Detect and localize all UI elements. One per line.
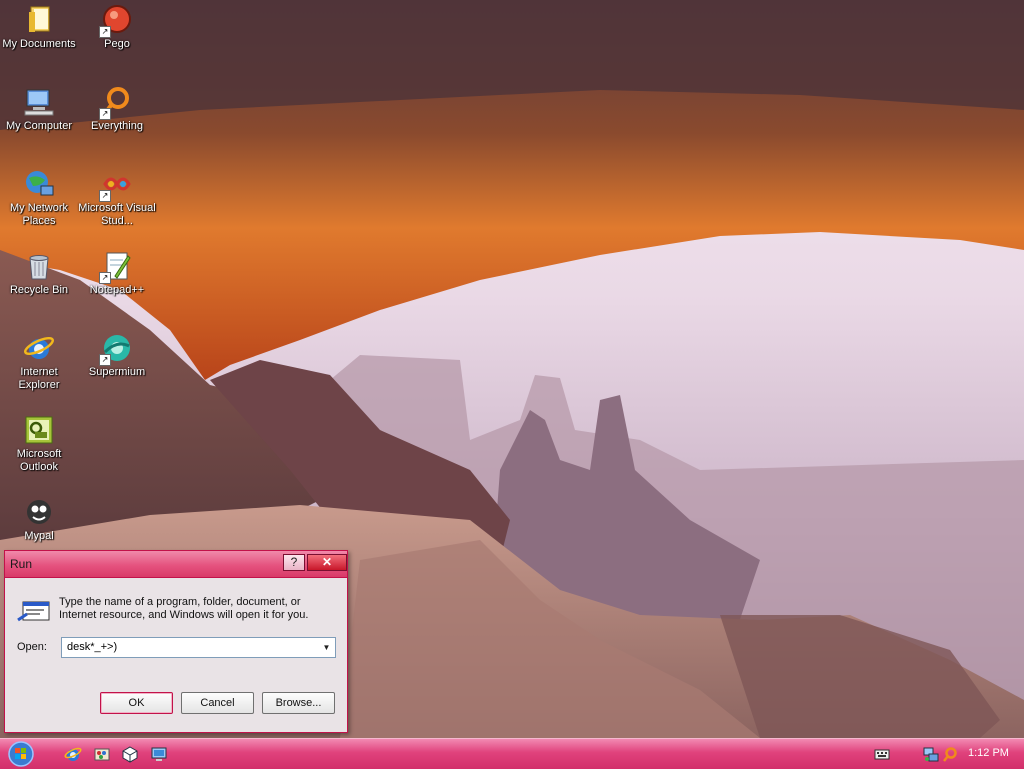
notepad-plus-plus-icon: ↗: [99, 250, 133, 284]
internet-explorer-icon: [23, 332, 55, 364]
shortcut-arrow-icon: ↗: [99, 26, 111, 38]
network-icon: [23, 168, 55, 200]
run-icon: [17, 596, 53, 626]
run-dialog-titlebar[interactable]: Run ? ✕: [5, 551, 347, 578]
desktop-icon-visual-studio[interactable]: ↗ Microsoft Visual Stud...: [78, 168, 156, 228]
recycle-bin-icon: [23, 250, 55, 282]
shortcut-arrow-icon: ↗: [99, 190, 111, 202]
windows-logo-icon: [8, 741, 34, 767]
open-combobox[interactable]: desk*_+>) ▼: [61, 637, 336, 658]
desktop-icon-label: My Computer: [5, 120, 73, 132]
shortcut-arrow-icon: ↗: [99, 272, 111, 284]
everything-icon: ↗: [99, 86, 133, 120]
supermium-icon: ↗: [99, 332, 133, 366]
folder-icon: [23, 4, 55, 36]
shortcut-arrow-icon: ↗: [99, 354, 111, 366]
chevron-down-icon[interactable]: ▼: [319, 639, 334, 656]
network-icon[interactable]: [150, 745, 168, 763]
keyboard-icon[interactable]: [874, 746, 890, 762]
desktop-icon-my-computer[interactable]: My Computer: [0, 86, 78, 133]
desktop-icon-recycle-bin[interactable]: Recycle Bin: [0, 250, 78, 297]
visual-studio-icon: ↗: [99, 168, 133, 202]
desktop-icon-my-documents[interactable]: My Documents: [0, 4, 78, 51]
desktop-icon-label: Microsoft Outlook: [16, 448, 62, 473]
desktop-icon-label: Microsoft Visual Stud...: [78, 202, 156, 227]
mypal-icon: [23, 496, 55, 528]
outlook-icon: [23, 414, 55, 446]
ok-button[interactable]: OK: [100, 692, 173, 714]
desktop-icon-label: Recycle Bin: [9, 284, 69, 296]
desktop-icon-supermium[interactable]: ↗ Supermium: [78, 332, 156, 379]
desktop: My Documents ↗ Pego My Computer ↗ Everyt…: [0, 0, 1024, 738]
help-button[interactable]: ?: [283, 554, 305, 571]
desktop-icon-label: My Documents: [2, 38, 76, 50]
desktop-icon-label: Everything: [91, 120, 143, 132]
desktop-icon-label: Supermium: [88, 366, 146, 378]
desktop-icon-label: My Network Places: [9, 202, 69, 227]
search-tray-icon[interactable]: [942, 746, 958, 762]
paint-icon[interactable]: [93, 745, 111, 763]
desktop-icon-mypal[interactable]: Mypal: [0, 496, 78, 543]
pego-icon: ↗: [99, 4, 133, 38]
desktop-icon-internet-explorer[interactable]: Internet Explorer: [0, 332, 78, 392]
internet-explorer-icon[interactable]: [64, 745, 82, 763]
open-label: Open:: [17, 641, 47, 653]
desktop-icon-label: Internet Explorer: [18, 366, 60, 391]
run-dialog: Run ? ✕ Type the name of a program, fold…: [4, 550, 348, 733]
desktop-icon-label: Notepad++: [89, 284, 145, 296]
shortcut-arrow-icon: ↗: [99, 108, 111, 120]
cube-icon[interactable]: [121, 745, 139, 763]
network-tray-icon[interactable]: [923, 746, 939, 762]
desktop-icon-my-network-places[interactable]: My Network Places: [0, 168, 78, 228]
taskbar: 1:12 PM: [0, 738, 1024, 769]
close-button[interactable]: ✕: [307, 554, 347, 571]
run-dialog-title: Run: [10, 557, 33, 571]
desktop-icon-notepad-plus-plus[interactable]: ↗ Notepad++: [78, 250, 156, 297]
desktop-icon-label: Pego: [104, 38, 130, 50]
desktop-icon-label: Mypal: [24, 530, 54, 542]
desktop-icon-everything[interactable]: ↗ Everything: [78, 86, 156, 133]
clock[interactable]: 1:12 PM: [968, 747, 1009, 759]
desktop-icon-microsoft-outlook[interactable]: Microsoft Outlook: [0, 414, 78, 474]
cancel-button[interactable]: Cancel: [181, 692, 254, 714]
browse-button[interactable]: Browse...: [262, 692, 335, 714]
run-dialog-description: Type the name of a program, folder, docu…: [59, 596, 309, 621]
desktop-icon-pego[interactable]: ↗ Pego: [78, 4, 156, 51]
start-button[interactable]: [6, 740, 36, 768]
open-input[interactable]: desk*_+>): [67, 641, 117, 653]
computer-icon: [23, 86, 55, 118]
